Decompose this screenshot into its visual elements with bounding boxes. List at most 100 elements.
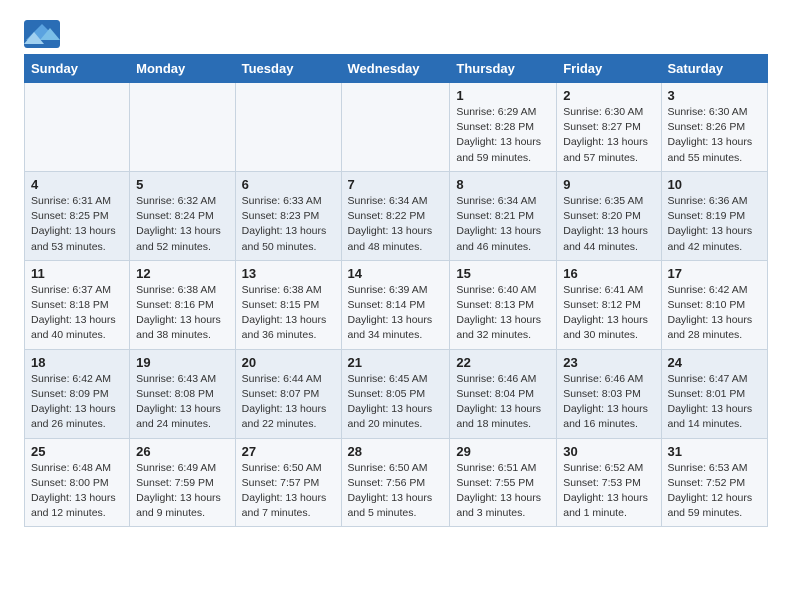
day-info: Sunrise: 6:46 AM Sunset: 8:03 PM Dayligh…: [563, 372, 654, 433]
day-number: 19: [136, 355, 228, 370]
calendar-cell: [25, 83, 130, 172]
day-number: 15: [456, 266, 550, 281]
calendar-cell: 27 Sunrise: 6:50 AM Sunset: 7:57 PM Dayli…: [235, 438, 341, 527]
day-number: 23: [563, 355, 654, 370]
day-info: Sunrise: 6:51 AM Sunset: 7:55 PM Dayligh…: [456, 461, 550, 522]
calendar-cell: 2 Sunrise: 6:30 AM Sunset: 8:27 PM Daylig…: [557, 83, 661, 172]
day-info: Sunrise: 6:42 AM Sunset: 8:10 PM Dayligh…: [668, 283, 762, 344]
day-info: Sunrise: 6:48 AM Sunset: 8:00 PM Dayligh…: [31, 461, 123, 522]
calendar-cell: 26 Sunrise: 6:49 AM Sunset: 7:59 PM Dayli…: [130, 438, 235, 527]
header-saturday: Saturday: [661, 55, 768, 83]
day-info: Sunrise: 6:53 AM Sunset: 7:52 PM Dayligh…: [668, 461, 762, 522]
calendar-cell: 5Sunrise: 6:32 AM Sunset: 8:24 PM Daylig…: [130, 171, 235, 260]
calendar-cell: [235, 83, 341, 172]
day-info: Sunrise: 6:33 AM Sunset: 8:23 PM Dayligh…: [242, 194, 335, 255]
day-info: Sunrise: 6:34 AM Sunset: 8:21 PM Dayligh…: [456, 194, 550, 255]
calendar-cell: 29 Sunrise: 6:51 AM Sunset: 7:55 PM Dayli…: [450, 438, 557, 527]
header-tuesday: Tuesday: [235, 55, 341, 83]
day-number: 6: [242, 177, 335, 192]
day-number: 11: [31, 266, 123, 281]
day-info: Sunrise: 6:38 AM Sunset: 8:16 PM Dayligh…: [136, 283, 228, 344]
day-number: 13: [242, 266, 335, 281]
day-number: 5: [136, 177, 228, 192]
header-monday: Monday: [130, 55, 235, 83]
day-info: Sunrise: 6:30 AM Sunset: 8:26 PM Dayligh…: [668, 105, 762, 166]
calendar-cell: 4 Sunrise: 6:31 AM Sunset: 8:25 PM Daylig…: [25, 171, 130, 260]
calendar-cell: 28 Sunrise: 6:50 AM Sunset: 7:56 PM Dayli…: [341, 438, 450, 527]
day-number: 27: [242, 444, 335, 459]
calendar-cell: 14 Sunrise: 6:39 AM Sunset: 8:14 PM Dayli…: [341, 260, 450, 349]
day-number: 22: [456, 355, 550, 370]
day-info: Sunrise: 6:44 AM Sunset: 8:07 PM Dayligh…: [242, 372, 335, 433]
day-info: Sunrise: 6:38 AM Sunset: 8:15 PM Dayligh…: [242, 283, 335, 344]
day-info: Sunrise: 6:42 AM Sunset: 8:09 PM Dayligh…: [31, 372, 123, 433]
calendar-header-row: SundayMondayTuesdayWednesdayThursdayFrid…: [25, 55, 768, 83]
calendar-cell: 22 Sunrise: 6:46 AM Sunset: 8:04 PM Dayli…: [450, 349, 557, 438]
header-friday: Friday: [557, 55, 661, 83]
day-number: 30: [563, 444, 654, 459]
header-thursday: Thursday: [450, 55, 557, 83]
calendar-cell: 8 Sunrise: 6:34 AM Sunset: 8:21 PM Daylig…: [450, 171, 557, 260]
day-info: Sunrise: 6:31 AM Sunset: 8:25 PM Dayligh…: [31, 194, 123, 255]
calendar-cell: 23 Sunrise: 6:46 AM Sunset: 8:03 PM Dayli…: [557, 349, 661, 438]
day-info: Sunrise: 6:36 AM Sunset: 8:19 PM Dayligh…: [668, 194, 762, 255]
day-info: Sunrise: 6:46 AM Sunset: 8:04 PM Dayligh…: [456, 372, 550, 433]
day-info: Sunrise: 6:50 AM Sunset: 7:56 PM Dayligh…: [348, 461, 444, 522]
day-info: Sunrise: 6:34 AM Sunset: 8:22 PM Dayligh…: [348, 194, 444, 255]
logo-icon: [24, 20, 60, 48]
day-number: 24: [668, 355, 762, 370]
calendar-cell: [130, 83, 235, 172]
day-number: 8: [456, 177, 550, 192]
calendar-week-2: 4 Sunrise: 6:31 AM Sunset: 8:25 PM Daylig…: [25, 171, 768, 260]
day-info: Sunrise: 6:49 AM Sunset: 7:59 PM Dayligh…: [136, 461, 228, 522]
day-number: 2: [563, 88, 654, 103]
calendar-cell: 6 Sunrise: 6:33 AM Sunset: 8:23 PM Daylig…: [235, 171, 341, 260]
day-number: 17: [668, 266, 762, 281]
day-number: 10: [668, 177, 762, 192]
calendar-week-4: 18 Sunrise: 6:42 AM Sunset: 8:09 PM Dayli…: [25, 349, 768, 438]
calendar-cell: 18 Sunrise: 6:42 AM Sunset: 8:09 PM Dayli…: [25, 349, 130, 438]
day-number: 18: [31, 355, 123, 370]
day-info: Sunrise: 6:39 AM Sunset: 8:14 PM Dayligh…: [348, 283, 444, 344]
day-info: Sunrise: 6:47 AM Sunset: 8:01 PM Dayligh…: [668, 372, 762, 433]
calendar-cell: 12 Sunrise: 6:38 AM Sunset: 8:16 PM Dayli…: [130, 260, 235, 349]
day-info: Sunrise: 6:30 AM Sunset: 8:27 PM Dayligh…: [563, 105, 654, 166]
day-number: 29: [456, 444, 550, 459]
calendar-cell: 21 Sunrise: 6:45 AM Sunset: 8:05 PM Dayli…: [341, 349, 450, 438]
page-header: [24, 20, 768, 48]
calendar-table: SundayMondayTuesdayWednesdayThursdayFrid…: [24, 54, 768, 527]
day-number: 21: [348, 355, 444, 370]
day-number: 16: [563, 266, 654, 281]
day-number: 4: [31, 177, 123, 192]
day-info: Sunrise: 6:50 AM Sunset: 7:57 PM Dayligh…: [242, 461, 335, 522]
day-info: Sunrise: 6:35 AM Sunset: 8:20 PM Dayligh…: [563, 194, 654, 255]
calendar-cell: 10 Sunrise: 6:36 AM Sunset: 8:19 PM Dayli…: [661, 171, 768, 260]
calendar-cell: 25 Sunrise: 6:48 AM Sunset: 8:00 PM Dayli…: [25, 438, 130, 527]
calendar-cell: 9Sunrise: 6:35 AM Sunset: 8:20 PM Daylig…: [557, 171, 661, 260]
day-number: 26: [136, 444, 228, 459]
day-info: Sunrise: 6:43 AM Sunset: 8:08 PM Dayligh…: [136, 372, 228, 433]
day-number: 7: [348, 177, 444, 192]
calendar-cell: 16 Sunrise: 6:41 AM Sunset: 8:12 PM Dayli…: [557, 260, 661, 349]
day-number: 1: [456, 88, 550, 103]
day-number: 28: [348, 444, 444, 459]
day-number: 25: [31, 444, 123, 459]
day-info: Sunrise: 6:52 AM Sunset: 7:53 PM Dayligh…: [563, 461, 654, 522]
day-info: Sunrise: 6:41 AM Sunset: 8:12 PM Dayligh…: [563, 283, 654, 344]
calendar-cell: 24 Sunrise: 6:47 AM Sunset: 8:01 PM Dayli…: [661, 349, 768, 438]
day-number: 20: [242, 355, 335, 370]
calendar-cell: 15Sunrise: 6:40 AM Sunset: 8:13 PM Dayli…: [450, 260, 557, 349]
calendar-week-5: 25 Sunrise: 6:48 AM Sunset: 8:00 PM Dayli…: [25, 438, 768, 527]
day-number: 31: [668, 444, 762, 459]
day-info: Sunrise: 6:45 AM Sunset: 8:05 PM Dayligh…: [348, 372, 444, 433]
header-wednesday: Wednesday: [341, 55, 450, 83]
calendar-cell: 17 Sunrise: 6:42 AM Sunset: 8:10 PM Dayli…: [661, 260, 768, 349]
day-number: 12: [136, 266, 228, 281]
calendar-cell: 30 Sunrise: 6:52 AM Sunset: 7:53 PM Dayli…: [557, 438, 661, 527]
calendar-cell: 3 Sunrise: 6:30 AM Sunset: 8:26 PM Daylig…: [661, 83, 768, 172]
calendar-cell: 1 Sunrise: 6:29 AM Sunset: 8:28 PM Daylig…: [450, 83, 557, 172]
day-number: 14: [348, 266, 444, 281]
logo: [24, 20, 66, 48]
day-info: Sunrise: 6:29 AM Sunset: 8:28 PM Dayligh…: [456, 105, 550, 166]
day-number: 3: [668, 88, 762, 103]
